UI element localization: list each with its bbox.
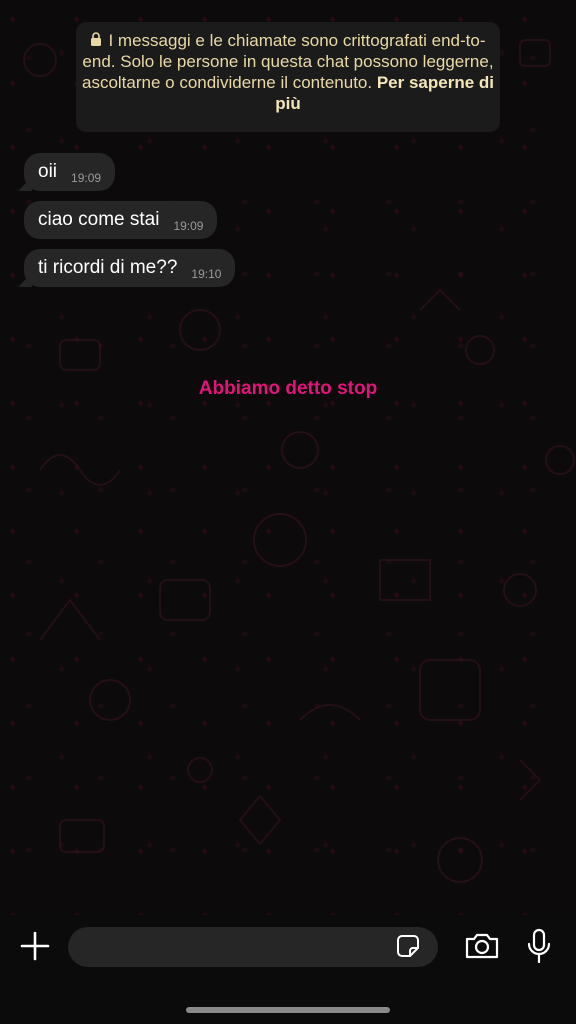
message-input[interactable] — [68, 927, 438, 967]
camera-icon[interactable] — [464, 931, 500, 961]
wallpaper-doodles — [23, 39, 575, 883]
home-indicator[interactable] — [186, 1007, 390, 1013]
message-text: ciao come stai — [38, 209, 160, 230]
message-bubble[interactable]: ti ricordi di me?? 19:10 — [18, 249, 236, 287]
encryption-notice[interactable]: I messaggi e le chiamate sono crittograf… — [76, 22, 500, 132]
lock-icon — [91, 32, 102, 46]
message-time: 19:10 — [191, 267, 222, 281]
message-text: oii — [38, 161, 58, 182]
message-time: 19:09 — [173, 219, 204, 233]
microphone-icon[interactable] — [526, 928, 552, 964]
message-text: ti ricordi di me?? — [38, 257, 178, 278]
message-time: 19:09 — [71, 171, 102, 185]
sticker-icon[interactable] — [394, 932, 422, 960]
plus-icon[interactable] — [20, 931, 50, 961]
message-bubble[interactable]: ciao come stai 19:09 — [24, 201, 218, 239]
message-bubble[interactable]: oii 19:09 — [18, 153, 116, 191]
overlay-caption: Abbiamo detto stop — [198, 378, 378, 399]
